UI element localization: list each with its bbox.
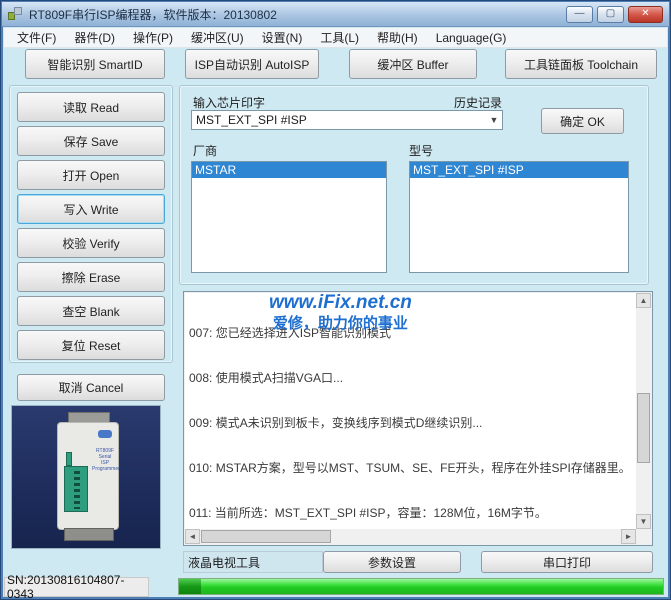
app-window: RT809F串行ISP编程器，软件版本：20130802 — ▢ ✕ 文件(F)… bbox=[0, 0, 671, 600]
menu-tools[interactable]: 工具(L) bbox=[311, 27, 368, 48]
verify-button[interactable]: 校验 Verify bbox=[17, 228, 165, 258]
device-label: RT809F Serial ISP Programmer bbox=[92, 448, 120, 472]
device-logo bbox=[98, 430, 112, 438]
smartid-button[interactable]: 智能识别 SmartID bbox=[25, 49, 165, 79]
log-line: 007: 您已经选择进入ISP智能识别模式 bbox=[189, 326, 392, 340]
chevron-down-icon[interactable]: ▼ bbox=[486, 111, 502, 129]
erase-button[interactable]: 擦除 Erase bbox=[17, 262, 165, 292]
scroll-up-icon[interactable]: ▲ bbox=[636, 293, 651, 308]
menu-bar: 文件(F) 器件(D) 操作(P) 缓冲区(U) 设置(N) 工具(L) 帮助(… bbox=[4, 28, 667, 48]
model-selected-item[interactable]: MST_EXT_SPI #ISP bbox=[410, 162, 628, 178]
minimize-icon[interactable]: — bbox=[566, 5, 593, 23]
log-line: 010: MSTAR方案，型号以MST、TSUM、SE、FE开头，程序在外挂SP… bbox=[189, 461, 631, 475]
progress-bar bbox=[178, 578, 664, 595]
lcd-tv-tools-tab[interactable]: 液晶电视工具 bbox=[183, 551, 323, 573]
serial-print-button[interactable]: 串口打印 bbox=[481, 551, 653, 573]
window-title: RT809F串行ISP编程器，软件版本：20130802 bbox=[29, 7, 277, 22]
chip-input-combo[interactable]: MST_EXT_SPI #ISP ▼ bbox=[191, 110, 503, 130]
cancel-button[interactable]: 取消 Cancel bbox=[17, 374, 165, 401]
log-line: 011: 当前所选：MST_EXT_SPI #ISP，容量：128M位，16M字… bbox=[189, 506, 547, 520]
manufacturer-listbox[interactable]: MSTAR bbox=[191, 161, 387, 273]
open-button[interactable]: 打开 Open bbox=[17, 160, 165, 190]
autoisp-button[interactable]: ISP自动识别 AutoISP bbox=[185, 49, 319, 79]
buffer-button[interactable]: 缓冲区 Buffer bbox=[349, 49, 477, 79]
read-button[interactable]: 读取 Read bbox=[17, 92, 165, 122]
device-vga-connector-bottom bbox=[64, 528, 114, 541]
scroll-down-icon[interactable]: ▼ bbox=[636, 514, 651, 529]
log-line: 008: 使用模式A扫描VGA口... bbox=[189, 371, 344, 385]
horizontal-scroll-thumb[interactable] bbox=[201, 530, 331, 543]
history-label: 历史记录 bbox=[454, 96, 503, 110]
serial-number-field: SN:20130816104807-0343 bbox=[4, 573, 149, 599]
ok-button[interactable]: 确定 OK bbox=[541, 108, 624, 134]
menu-help[interactable]: 帮助(H) bbox=[368, 27, 427, 48]
log-content: 007: 您已经选择进入ISP智能识别模式 008: 使用模式A扫描VGA口..… bbox=[185, 293, 636, 529]
toolchain-button[interactable]: 工具链面板 Toolchain bbox=[505, 49, 657, 79]
write-button[interactable]: 写入 Write bbox=[17, 194, 165, 224]
menu-language[interactable]: Language(G) bbox=[427, 29, 516, 47]
manufacturer-label: 厂商 bbox=[193, 144, 218, 158]
model-label: 型号 bbox=[409, 144, 434, 158]
log-panel: 007: 您已经选择进入ISP智能识别模式 008: 使用模式A扫描VGA口..… bbox=[183, 291, 653, 546]
horizontal-scrollbar[interactable]: ◄ ► bbox=[185, 529, 636, 544]
menu-device[interactable]: 器件(D) bbox=[65, 27, 124, 48]
vertical-scroll-thumb[interactable] bbox=[637, 393, 650, 463]
device-zif-socket bbox=[64, 466, 88, 512]
device-zif-lever bbox=[66, 452, 72, 466]
scroll-left-icon[interactable]: ◄ bbox=[185, 529, 200, 544]
menu-operation[interactable]: 操作(P) bbox=[124, 27, 182, 48]
menu-buffer[interactable]: 缓冲区(U) bbox=[182, 27, 253, 48]
save-button[interactable]: 保存 Save bbox=[17, 126, 165, 156]
app-icon bbox=[8, 6, 23, 22]
model-listbox[interactable]: MST_EXT_SPI #ISP bbox=[409, 161, 629, 273]
device-photo: RT809F Serial ISP Programmer bbox=[11, 405, 161, 549]
chip-input-value: MST_EXT_SPI #ISP bbox=[196, 113, 307, 127]
menu-settings[interactable]: 设置(N) bbox=[253, 27, 312, 48]
manufacturer-selected-item[interactable]: MSTAR bbox=[192, 162, 386, 178]
chip-input-label: 输入芯片印字 bbox=[193, 96, 266, 110]
param-settings-button[interactable]: 参数设置 bbox=[323, 551, 461, 573]
log-line: 009: 模式A未识别到板卡，变换线序到模式D继续识别... bbox=[189, 416, 483, 430]
reset-button[interactable]: 复位 Reset bbox=[17, 330, 165, 360]
close-icon[interactable]: ✕ bbox=[628, 5, 663, 23]
menu-file[interactable]: 文件(F) bbox=[8, 27, 65, 48]
blank-button[interactable]: 查空 Blank bbox=[17, 296, 165, 326]
vertical-scrollbar[interactable]: ▲ ▼ bbox=[636, 293, 651, 529]
scroll-right-icon[interactable]: ► bbox=[621, 529, 636, 544]
maximize-icon[interactable]: ▢ bbox=[597, 5, 624, 23]
title-bar: RT809F串行ISP编程器，软件版本：20130802 — ▢ ✕ bbox=[2, 2, 669, 27]
